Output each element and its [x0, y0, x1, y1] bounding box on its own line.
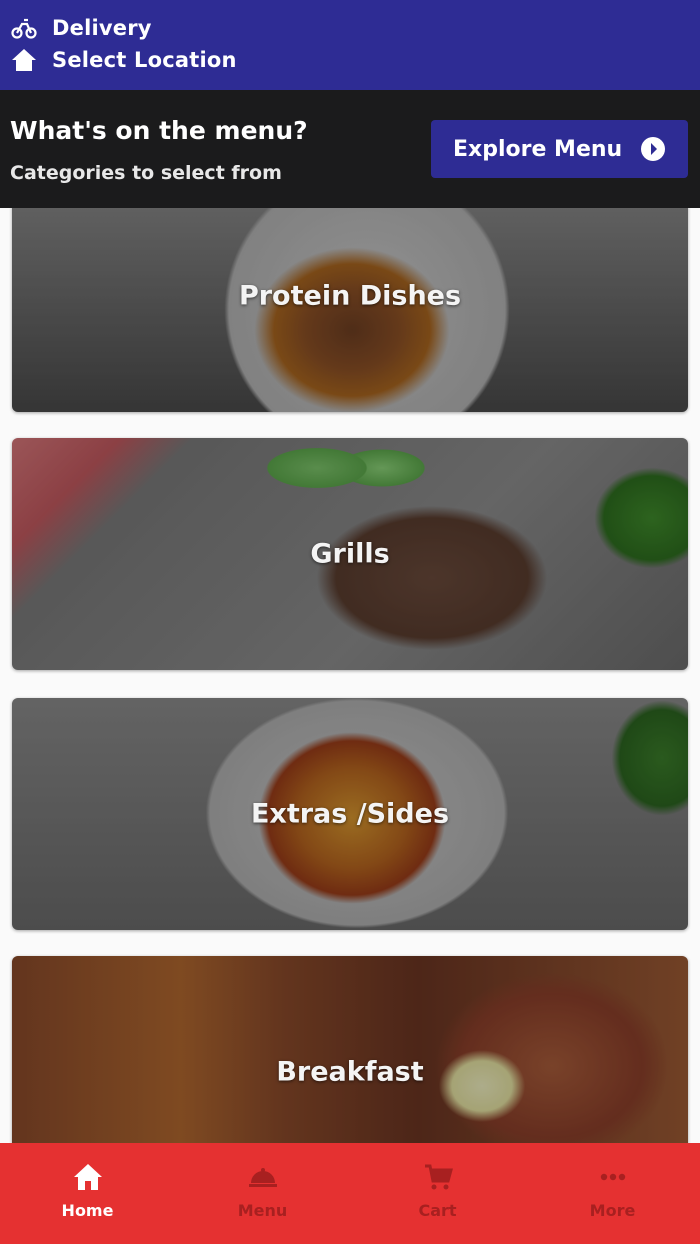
category-name: Grills: [310, 538, 390, 570]
nav-home[interactable]: Home: [0, 1143, 175, 1244]
menu-header: What's on the menu? Categories to select…: [0, 90, 700, 208]
category-name: Extras /Sides: [250, 798, 450, 830]
nav-more-label: More: [589, 1201, 636, 1220]
nav-cart-label: Cart: [418, 1201, 457, 1220]
delivery-label: Delivery: [52, 16, 152, 40]
category-name: Protein Dishes: [238, 280, 462, 312]
app-screen: Delivery Select Location What's on the m…: [0, 0, 700, 1244]
arrow-right-circle-icon: [640, 136, 666, 162]
nav-cart[interactable]: Cart: [350, 1143, 525, 1244]
location-selector[interactable]: Select Location: [10, 46, 237, 74]
nav-home-label: Home: [61, 1201, 114, 1220]
nav-more[interactable]: More: [525, 1143, 700, 1244]
category-card-protein-dishes[interactable]: Protein Dishes: [12, 208, 688, 412]
home-icon: [72, 1161, 104, 1193]
menu-title: What's on the menu?: [10, 116, 308, 145]
nav-menu-label: Menu: [237, 1201, 288, 1220]
category-card-breakfast[interactable]: Breakfast: [12, 956, 688, 1143]
bottom-navigation: Home Menu Cart More: [0, 1143, 700, 1244]
more-icon: [597, 1161, 629, 1193]
delivery-mode[interactable]: Delivery: [10, 14, 152, 42]
home-icon: [10, 46, 38, 74]
explore-menu-label: Explore Menu: [453, 136, 623, 162]
category-card-grills[interactable]: Grills: [12, 438, 688, 670]
bike-icon: [10, 14, 38, 42]
dish-icon: [247, 1161, 279, 1193]
cart-icon: [422, 1161, 454, 1193]
nav-menu[interactable]: Menu: [175, 1143, 350, 1244]
menu-subtitle: Categories to select from: [10, 162, 282, 184]
category-list[interactable]: Protein Dishes Grills Extras /Sides Brea…: [0, 208, 700, 1143]
explore-menu-button[interactable]: Explore Menu: [431, 120, 688, 178]
delivery-bar: Delivery Select Location: [0, 0, 700, 90]
location-label: Select Location: [52, 48, 237, 72]
category-name: Breakfast: [276, 1056, 424, 1088]
category-card-extras-sides[interactable]: Extras /Sides: [12, 698, 688, 930]
